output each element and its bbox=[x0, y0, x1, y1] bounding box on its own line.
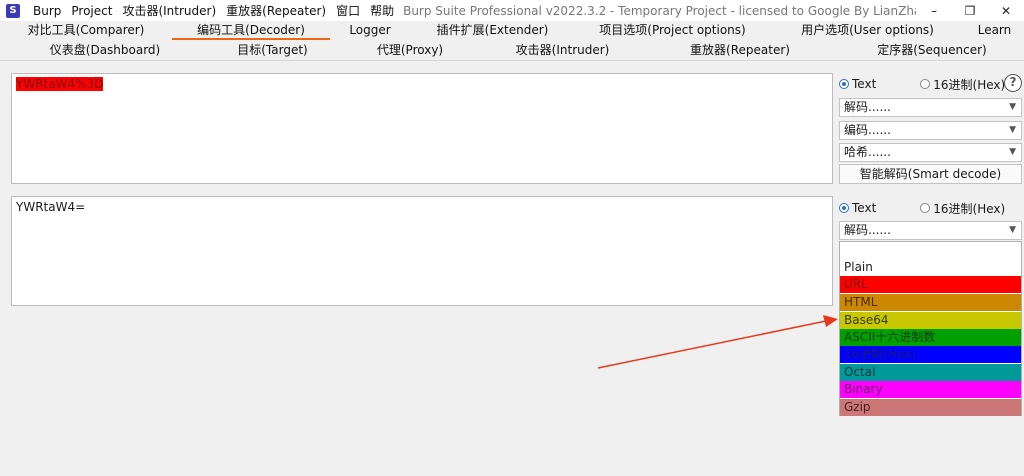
annotation-arrow-icon bbox=[597, 315, 838, 369]
arrow-shaft bbox=[597, 320, 827, 369]
arrow-head bbox=[823, 315, 838, 327]
